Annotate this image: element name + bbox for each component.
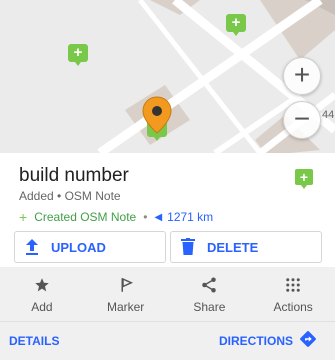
flag-icon: [121, 277, 133, 292]
osm-note-icon: +: [295, 169, 313, 189]
osm-note-marker[interactable]: +: [226, 14, 246, 36]
directions-button[interactable]: DIRECTIONS: [219, 334, 293, 348]
marker-button[interactable]: Marker: [84, 267, 168, 321]
directions-icon[interactable]: [299, 330, 317, 348]
grid-dots-icon: [286, 278, 300, 292]
place-subtitle: Added • OSM Note: [19, 189, 121, 203]
marker-label: Marker: [106, 300, 145, 314]
bottom-footer: DETAILS DIRECTIONS: [0, 321, 335, 360]
created-status: Created OSM Note: [34, 210, 137, 224]
plus-icon: +: [19, 209, 28, 225]
location-pin-icon[interactable]: [141, 96, 173, 134]
note-info-row: + Created OSM Note • ◀ 1271 km: [19, 209, 213, 225]
map-view[interactable]: + + + + − 44: [0, 0, 335, 153]
osm-note-marker[interactable]: +: [68, 44, 88, 66]
upload-label: UPLOAD: [51, 239, 106, 255]
actions-button[interactable]: Actions: [251, 267, 335, 321]
upload-icon: [26, 239, 38, 255]
map-scale-fragment: 44: [322, 109, 335, 121]
details-button[interactable]: DETAILS: [9, 334, 59, 348]
place-title: build number: [19, 165, 129, 186]
delete-button[interactable]: DELETE: [170, 231, 322, 263]
share-icon: [202, 277, 217, 293]
zoom-out-button[interactable]: −: [283, 101, 321, 139]
add-favorite-button[interactable]: Add: [0, 267, 84, 321]
add-label: Add: [31, 300, 53, 314]
upload-button[interactable]: UPLOAD: [14, 231, 166, 263]
zoom-in-button[interactable]: +: [283, 57, 321, 95]
share-button[interactable]: Share: [168, 267, 252, 321]
star-icon: [35, 278, 49, 292]
actions-label: Actions: [273, 300, 313, 314]
place-panel: build number + Added • OSM Note + Create…: [0, 153, 335, 360]
trash-icon: [181, 238, 195, 255]
distance-value: 1271 km: [167, 210, 214, 224]
delete-label: DELETE: [207, 239, 259, 255]
share-label: Share: [193, 300, 226, 314]
context-toolbar: Add Marker Share Actions: [0, 267, 335, 321]
separator-dot: •: [143, 210, 148, 224]
direction-arrow-icon: ◀: [154, 211, 163, 223]
